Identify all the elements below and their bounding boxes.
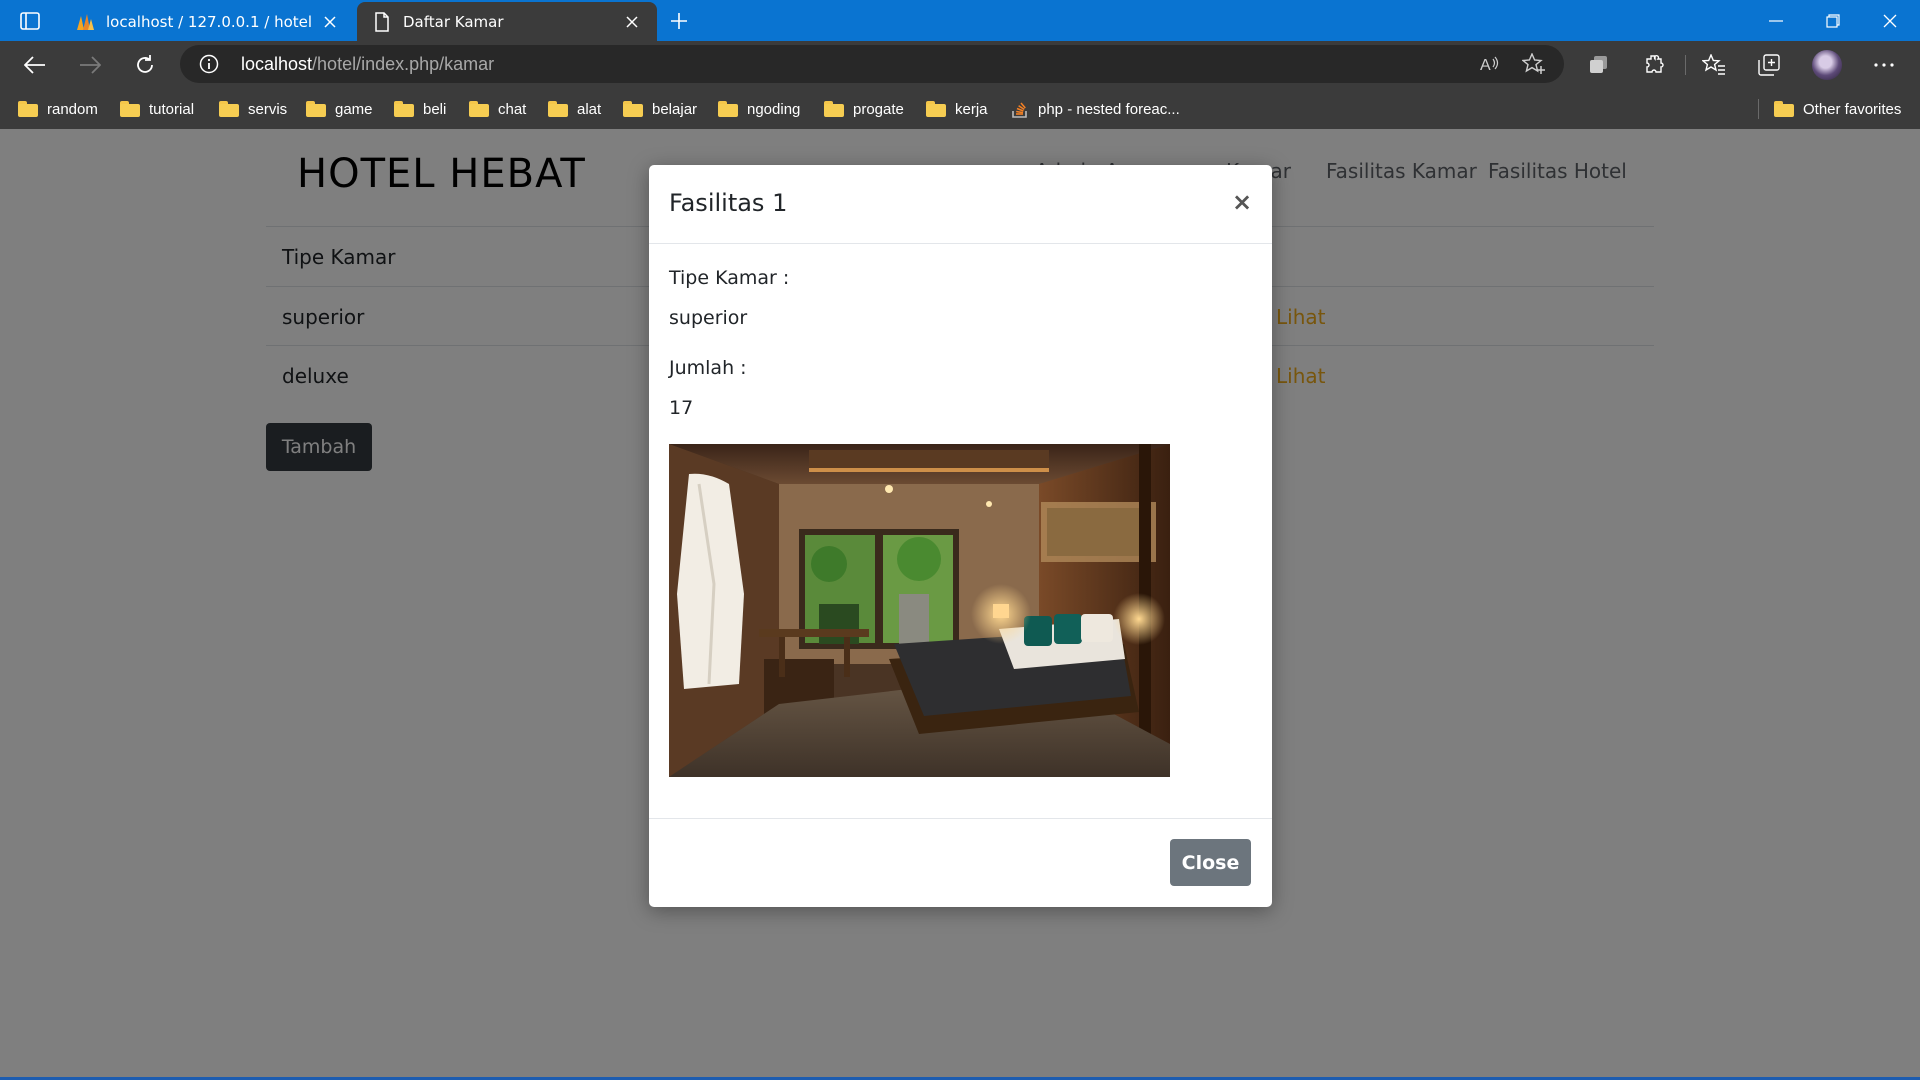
- favorite-servis[interactable]: servis: [219, 98, 287, 120]
- phpmyadmin-icon: [74, 11, 96, 33]
- browser-titlebar: localhost / 127.0.0.1 / hotel / kamar Da…: [0, 0, 1920, 41]
- other-favorites[interactable]: Other favorites: [1774, 98, 1901, 120]
- favorite-label: ngoding: [747, 100, 801, 118]
- address-bar[interactable]: localhost/hotel/index.php/kamar A: [180, 45, 1564, 83]
- favorite-label: random: [47, 100, 98, 118]
- folder-icon: [623, 101, 643, 117]
- extension-copy-icon[interactable]: [1582, 48, 1616, 82]
- favorite-label: kerja: [955, 100, 988, 118]
- tab-close-icon[interactable]: [319, 11, 341, 33]
- tab-title: localhost / 127.0.0.1 / hotel / kamar: [106, 12, 313, 31]
- refresh-icon[interactable]: [127, 47, 163, 83]
- folder-icon: [926, 101, 946, 117]
- back-icon[interactable]: [17, 47, 53, 83]
- folder-icon: [394, 101, 414, 117]
- folder-icon: [469, 101, 489, 117]
- favorite-label: progate: [853, 100, 904, 118]
- favorite-chat[interactable]: chat: [469, 98, 526, 120]
- favorite-label: game: [335, 100, 373, 118]
- favorite-alat[interactable]: alat: [548, 98, 601, 120]
- more-options-icon[interactable]: [1867, 48, 1901, 82]
- url-path: /hotel/index.php/kamar: [312, 54, 495, 74]
- url-text: localhost/hotel/index.php/kamar: [241, 54, 494, 75]
- read-aloud-icon[interactable]: A: [1477, 51, 1503, 77]
- modal-footer-divider: [649, 818, 1272, 819]
- close-icon[interactable]: ×: [1229, 187, 1255, 217]
- stackoverflow-icon: [1011, 100, 1029, 118]
- favorite-beli[interactable]: beli: [394, 98, 446, 120]
- favorite-progate[interactable]: progate: [824, 98, 904, 120]
- modal-title: Fasilitas 1: [669, 189, 788, 217]
- favorite-label: tutorial: [149, 100, 195, 118]
- favorites-icon[interactable]: [1697, 48, 1731, 82]
- favorite-random[interactable]: random: [18, 98, 98, 120]
- folder-icon: [1774, 101, 1794, 117]
- favorite-game[interactable]: game: [306, 98, 373, 120]
- tab-actions-icon[interactable]: [8, 8, 52, 34]
- url-host: localhost: [241, 54, 313, 74]
- folder-icon: [306, 101, 326, 117]
- tipe-kamar-value: superior: [669, 307, 748, 329]
- svg-text:A: A: [1480, 57, 1491, 74]
- jumlah-label: Jumlah :: [669, 357, 747, 379]
- browser-toolbar: localhost/hotel/index.php/kamar A: [0, 41, 1920, 89]
- favorite-tutorial[interactable]: tutorial: [120, 98, 194, 120]
- new-tab-icon[interactable]: [662, 6, 696, 36]
- favorite-label: beli: [423, 100, 447, 118]
- favorite-label: alat: [577, 100, 602, 118]
- tab-phpmyadmin[interactable]: localhost / 127.0.0.1 / hotel / kamar: [60, 2, 355, 41]
- tab-daftar-kamar[interactable]: Daftar Kamar: [357, 2, 657, 41]
- favorite-label: servis: [248, 100, 288, 118]
- fasilitas-modal: Fasilitas 1 × Tipe Kamar : superior Juml…: [649, 165, 1272, 907]
- minimize-icon[interactable]: [1748, 0, 1804, 41]
- folder-icon: [824, 101, 844, 117]
- page-icon: [371, 11, 393, 33]
- add-favorite-icon[interactable]: [1521, 51, 1547, 77]
- favorite-belajar[interactable]: belajar: [623, 98, 697, 120]
- favorite-label: php - nested foreac...: [1038, 100, 1180, 118]
- folder-icon: [219, 101, 239, 117]
- tab-title: Daftar Kamar: [403, 12, 504, 31]
- folder-icon: [18, 101, 38, 117]
- jumlah-value: 17: [669, 397, 694, 419]
- favorites-bar: random tutorial servis game beli chat al…: [0, 89, 1920, 129]
- modal-header: Fasilitas 1 ×: [649, 165, 1272, 244]
- folder-icon: [120, 101, 140, 117]
- folder-icon: [548, 101, 568, 117]
- room-photo: [669, 444, 1170, 777]
- tab-close-icon[interactable]: [621, 11, 643, 33]
- favorite-label: chat: [498, 100, 527, 118]
- forward-icon[interactable]: [72, 47, 108, 83]
- favorite-kerja[interactable]: kerja: [926, 98, 988, 120]
- profile-avatar[interactable]: [1812, 50, 1842, 80]
- site-info-icon[interactable]: [198, 53, 220, 75]
- favorites-divider: [1758, 99, 1759, 119]
- close-button[interactable]: Close: [1170, 839, 1251, 886]
- other-favorites-label: Other favorites: [1803, 100, 1902, 118]
- folder-icon: [718, 101, 738, 117]
- favorite-label: belajar: [652, 100, 698, 118]
- toolbar-divider: [1685, 55, 1686, 75]
- tipe-kamar-label: Tipe Kamar :: [669, 267, 790, 289]
- favorite-php-nested-foreach[interactable]: php - nested foreac...: [1011, 98, 1180, 120]
- close-window-icon[interactable]: [1862, 0, 1918, 41]
- collections-icon[interactable]: [1752, 48, 1786, 82]
- extensions-icon[interactable]: [1637, 48, 1671, 82]
- restore-icon[interactable]: [1805, 0, 1861, 41]
- favorite-ngoding[interactable]: ngoding: [718, 98, 800, 120]
